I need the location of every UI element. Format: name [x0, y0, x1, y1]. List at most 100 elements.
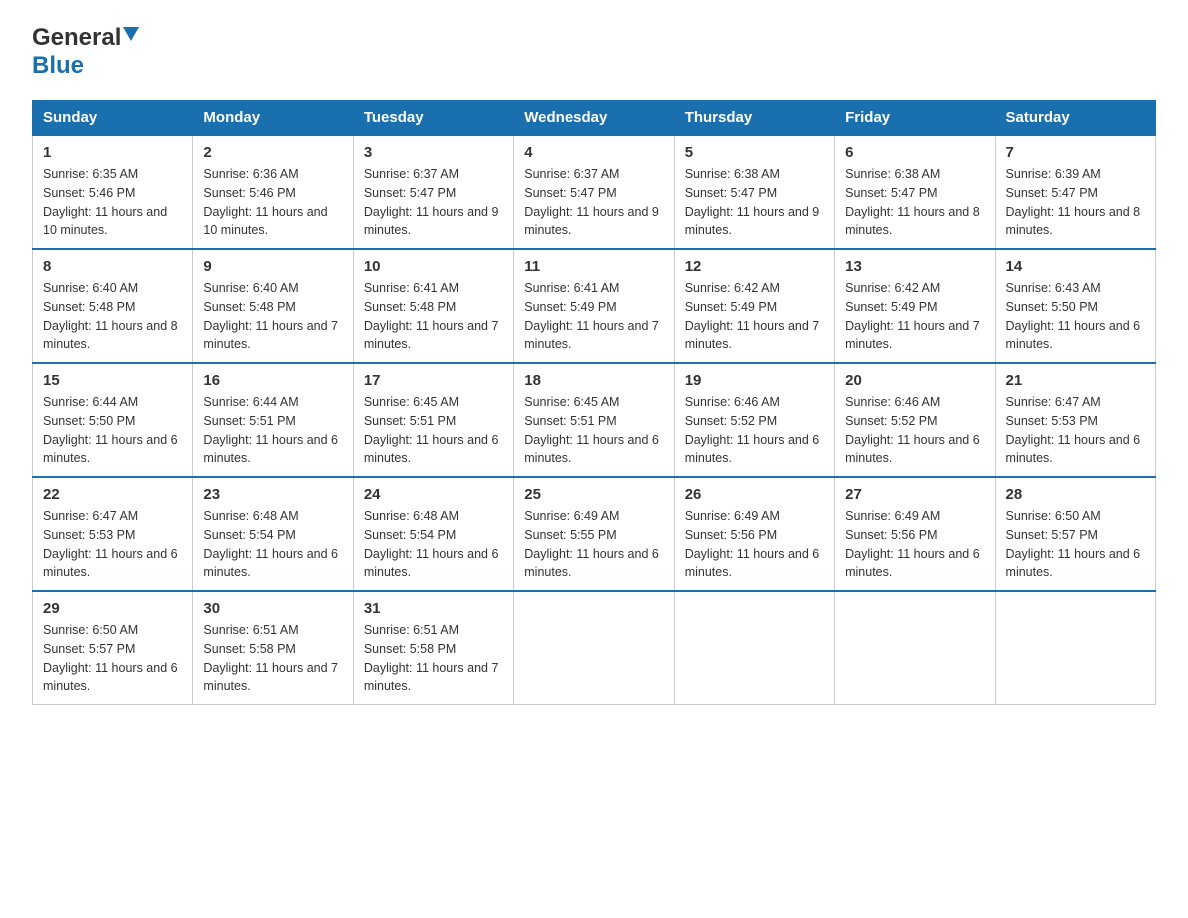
header-wednesday: Wednesday [514, 101, 674, 136]
day-info: Sunrise: 6:47 AMSunset: 5:53 PMDaylight:… [43, 509, 178, 579]
day-number: 10 [364, 258, 503, 275]
calendar-cell: 11 Sunrise: 6:41 AMSunset: 5:49 PMDaylig… [514, 249, 674, 363]
calendar-cell: 24 Sunrise: 6:48 AMSunset: 5:54 PMDaylig… [353, 477, 513, 591]
day-info: Sunrise: 6:37 AMSunset: 5:47 PMDaylight:… [364, 167, 499, 237]
day-number: 25 [524, 486, 663, 503]
week-row-1: 1 Sunrise: 6:35 AMSunset: 5:46 PMDayligh… [33, 135, 1156, 249]
day-info: Sunrise: 6:49 AMSunset: 5:56 PMDaylight:… [685, 509, 820, 579]
calendar-cell: 9 Sunrise: 6:40 AMSunset: 5:48 PMDayligh… [193, 249, 353, 363]
calendar-cell: 14 Sunrise: 6:43 AMSunset: 5:50 PMDaylig… [995, 249, 1155, 363]
day-info: Sunrise: 6:42 AMSunset: 5:49 PMDaylight:… [685, 281, 820, 351]
calendar-cell: 31 Sunrise: 6:51 AMSunset: 5:58 PMDaylig… [353, 591, 513, 705]
day-info: Sunrise: 6:50 AMSunset: 5:57 PMDaylight:… [43, 623, 178, 693]
day-info: Sunrise: 6:49 AMSunset: 5:55 PMDaylight:… [524, 509, 659, 579]
header-saturday: Saturday [995, 101, 1155, 136]
calendar-cell: 10 Sunrise: 6:41 AMSunset: 5:48 PMDaylig… [353, 249, 513, 363]
calendar-cell [995, 591, 1155, 705]
week-row-5: 29 Sunrise: 6:50 AMSunset: 5:57 PMDaylig… [33, 591, 1156, 705]
day-number: 30 [203, 600, 342, 617]
calendar-cell: 5 Sunrise: 6:38 AMSunset: 5:47 PMDayligh… [674, 135, 834, 249]
day-number: 28 [1006, 486, 1145, 503]
day-info: Sunrise: 6:36 AMSunset: 5:46 PMDaylight:… [203, 167, 327, 237]
day-info: Sunrise: 6:37 AMSunset: 5:47 PMDaylight:… [524, 167, 659, 237]
day-number: 5 [685, 144, 824, 161]
page-header: General Blue [32, 24, 1156, 80]
day-info: Sunrise: 6:40 AMSunset: 5:48 PMDaylight:… [203, 281, 338, 351]
calendar-cell: 4 Sunrise: 6:37 AMSunset: 5:47 PMDayligh… [514, 135, 674, 249]
day-info: Sunrise: 6:39 AMSunset: 5:47 PMDaylight:… [1006, 167, 1141, 237]
day-info: Sunrise: 6:38 AMSunset: 5:47 PMDaylight:… [845, 167, 980, 237]
day-number: 18 [524, 372, 663, 389]
day-number: 27 [845, 486, 984, 503]
calendar-cell [674, 591, 834, 705]
day-info: Sunrise: 6:43 AMSunset: 5:50 PMDaylight:… [1006, 281, 1141, 351]
day-info: Sunrise: 6:44 AMSunset: 5:50 PMDaylight:… [43, 395, 178, 465]
calendar-cell: 18 Sunrise: 6:45 AMSunset: 5:51 PMDaylig… [514, 363, 674, 477]
day-info: Sunrise: 6:50 AMSunset: 5:57 PMDaylight:… [1006, 509, 1141, 579]
calendar-cell: 21 Sunrise: 6:47 AMSunset: 5:53 PMDaylig… [995, 363, 1155, 477]
logo-blue: Blue [32, 52, 84, 79]
day-info: Sunrise: 6:41 AMSunset: 5:49 PMDaylight:… [524, 281, 659, 351]
day-number: 6 [845, 144, 984, 161]
day-info: Sunrise: 6:46 AMSunset: 5:52 PMDaylight:… [845, 395, 980, 465]
calendar-cell: 8 Sunrise: 6:40 AMSunset: 5:48 PMDayligh… [33, 249, 193, 363]
day-number: 16 [203, 372, 342, 389]
day-info: Sunrise: 6:48 AMSunset: 5:54 PMDaylight:… [203, 509, 338, 579]
calendar-cell: 7 Sunrise: 6:39 AMSunset: 5:47 PMDayligh… [995, 135, 1155, 249]
calendar-cell: 22 Sunrise: 6:47 AMSunset: 5:53 PMDaylig… [33, 477, 193, 591]
calendar-cell: 29 Sunrise: 6:50 AMSunset: 5:57 PMDaylig… [33, 591, 193, 705]
day-number: 7 [1006, 144, 1145, 161]
calendar-cell: 15 Sunrise: 6:44 AMSunset: 5:50 PMDaylig… [33, 363, 193, 477]
calendar-cell [514, 591, 674, 705]
header-sunday: Sunday [33, 101, 193, 136]
day-info: Sunrise: 6:40 AMSunset: 5:48 PMDaylight:… [43, 281, 178, 351]
day-info: Sunrise: 6:51 AMSunset: 5:58 PMDaylight:… [203, 623, 338, 693]
calendar-cell: 12 Sunrise: 6:42 AMSunset: 5:49 PMDaylig… [674, 249, 834, 363]
day-number: 11 [524, 258, 663, 275]
day-number: 21 [1006, 372, 1145, 389]
day-number: 15 [43, 372, 182, 389]
header-monday: Monday [193, 101, 353, 136]
day-number: 3 [364, 144, 503, 161]
header-friday: Friday [835, 101, 995, 136]
day-info: Sunrise: 6:49 AMSunset: 5:56 PMDaylight:… [845, 509, 980, 579]
calendar-cell: 16 Sunrise: 6:44 AMSunset: 5:51 PMDaylig… [193, 363, 353, 477]
day-info: Sunrise: 6:41 AMSunset: 5:48 PMDaylight:… [364, 281, 499, 351]
day-number: 12 [685, 258, 824, 275]
header-tuesday: Tuesday [353, 101, 513, 136]
day-number: 9 [203, 258, 342, 275]
day-info: Sunrise: 6:46 AMSunset: 5:52 PMDaylight:… [685, 395, 820, 465]
day-number: 22 [43, 486, 182, 503]
day-number: 13 [845, 258, 984, 275]
week-row-2: 8 Sunrise: 6:40 AMSunset: 5:48 PMDayligh… [33, 249, 1156, 363]
day-number: 8 [43, 258, 182, 275]
day-number: 20 [845, 372, 984, 389]
day-info: Sunrise: 6:47 AMSunset: 5:53 PMDaylight:… [1006, 395, 1141, 465]
logo-general: General [32, 24, 121, 52]
day-number: 19 [685, 372, 824, 389]
day-number: 2 [203, 144, 342, 161]
day-number: 24 [364, 486, 503, 503]
calendar-cell: 26 Sunrise: 6:49 AMSunset: 5:56 PMDaylig… [674, 477, 834, 591]
day-info: Sunrise: 6:45 AMSunset: 5:51 PMDaylight:… [364, 395, 499, 465]
day-info: Sunrise: 6:35 AMSunset: 5:46 PMDaylight:… [43, 167, 167, 237]
calendar-cell [835, 591, 995, 705]
calendar-cell: 20 Sunrise: 6:46 AMSunset: 5:52 PMDaylig… [835, 363, 995, 477]
day-number: 4 [524, 144, 663, 161]
calendar-table: SundayMondayTuesdayWednesdayThursdayFrid… [32, 100, 1156, 705]
day-number: 23 [203, 486, 342, 503]
calendar-cell: 25 Sunrise: 6:49 AMSunset: 5:55 PMDaylig… [514, 477, 674, 591]
day-info: Sunrise: 6:48 AMSunset: 5:54 PMDaylight:… [364, 509, 499, 579]
calendar-cell: 28 Sunrise: 6:50 AMSunset: 5:57 PMDaylig… [995, 477, 1155, 591]
calendar-cell: 27 Sunrise: 6:49 AMSunset: 5:56 PMDaylig… [835, 477, 995, 591]
calendar-cell: 13 Sunrise: 6:42 AMSunset: 5:49 PMDaylig… [835, 249, 995, 363]
day-number: 29 [43, 600, 182, 617]
day-info: Sunrise: 6:42 AMSunset: 5:49 PMDaylight:… [845, 281, 980, 351]
week-row-4: 22 Sunrise: 6:47 AMSunset: 5:53 PMDaylig… [33, 477, 1156, 591]
header-thursday: Thursday [674, 101, 834, 136]
day-number: 26 [685, 486, 824, 503]
calendar-cell: 1 Sunrise: 6:35 AMSunset: 5:46 PMDayligh… [33, 135, 193, 249]
calendar-cell: 17 Sunrise: 6:45 AMSunset: 5:51 PMDaylig… [353, 363, 513, 477]
day-number: 14 [1006, 258, 1145, 275]
calendar-cell: 2 Sunrise: 6:36 AMSunset: 5:46 PMDayligh… [193, 135, 353, 249]
